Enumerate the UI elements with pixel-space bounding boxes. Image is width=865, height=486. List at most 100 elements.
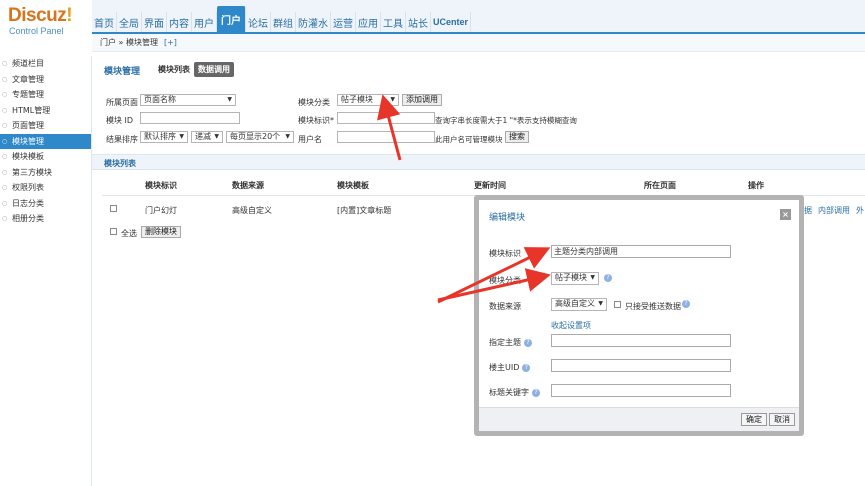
- col-page: 所在页面: [644, 181, 676, 190]
- dialog-title: 编辑模块: [489, 213, 526, 223]
- sidebar-item[interactable]: 日志分类: [0, 196, 91, 212]
- topnav-item[interactable]: 运营: [331, 12, 356, 32]
- list-header: 模块列表: [92, 154, 865, 170]
- uid-field-label-wrap: 楼主UID?: [489, 362, 531, 373]
- logo-text: Discuz: [8, 5, 67, 26]
- sidebar-item[interactable]: 专题管理: [0, 87, 91, 103]
- page-title: 模块管理: [104, 67, 141, 77]
- dialog-footer: 确定 取消: [479, 407, 799, 431]
- close-icon[interactable]: ×: [780, 209, 791, 220]
- category-filter-label: 模块分类: [298, 98, 330, 107]
- category-field-label-wrap: 模块分类: [489, 275, 521, 286]
- keyword-field-label-wrap: 标题关键字?: [489, 387, 540, 398]
- module-id-label: 模块 ID: [106, 116, 134, 125]
- topnav-item[interactable]: UCenter: [431, 12, 472, 32]
- logo-exclamation: !: [66, 5, 73, 26]
- row-source: 高级自定义: [232, 206, 272, 215]
- col-source: 数据来源: [232, 181, 264, 190]
- help-icon[interactable]: ?: [524, 338, 532, 347]
- tab-data-call[interactable]: 数据调用: [194, 62, 234, 77]
- topnav-item[interactable]: 首页: [92, 12, 117, 32]
- row-checkbox[interactable]: [110, 205, 117, 212]
- category-select[interactable]: 帖子模块: [337, 94, 399, 106]
- sidebar-item[interactable]: 页面管理: [0, 118, 91, 134]
- module-id-input[interactable]: [140, 112, 240, 124]
- keyword-field[interactable]: [551, 384, 731, 397]
- sort-label: 结果排序: [106, 135, 138, 144]
- module-mark-input[interactable]: [337, 112, 435, 124]
- logo: Discuz! Control Panel: [0, 0, 92, 38]
- sidebar: 频道栏目文章管理专题管理HTML管理页面管理模块管理模块模板第三方模块权限列表日…: [0, 56, 92, 486]
- collapse-settings-link[interactable]: 收起设置项: [551, 320, 591, 331]
- topnav-item[interactable]: 全局: [117, 12, 142, 32]
- breadcrumb: 门户 » 模块管理 [+]: [92, 34, 865, 52]
- sidebar-item[interactable]: 文章管理: [0, 72, 91, 88]
- row-template: [内置]文章标题: [337, 206, 392, 215]
- page-filter-label: 所属页面: [106, 98, 138, 107]
- row-action-internal-call[interactable]: 内部调用: [818, 205, 850, 216]
- sidebar-item[interactable]: HTML管理: [0, 103, 91, 119]
- add-call-button[interactable]: 添加调用: [402, 94, 442, 106]
- search-button[interactable]: 搜索: [505, 131, 529, 143]
- col-template: 模块模板: [337, 181, 369, 190]
- push-only-checkbox[interactable]: [614, 301, 621, 308]
- source-field-label: 数据来源: [489, 302, 521, 311]
- sidebar-item[interactable]: 相册分类: [0, 211, 91, 227]
- push-only-label: 只接受推送数据: [625, 302, 681, 311]
- edit-module-dialog: 编辑模块 × 模块标识 主题分类内部调用 模块分类 帖子模块 ? 数据来源 高级…: [474, 195, 804, 436]
- col-mark: 模块标识: [145, 181, 177, 190]
- row-mark: 门户幻灯: [145, 206, 177, 215]
- row-action-external[interactable]: 外: [856, 205, 864, 216]
- help-icon[interactable]: ?: [682, 300, 690, 308]
- sidebar-item[interactable]: 模块管理: [0, 133, 91, 149]
- category-field-select[interactable]: 帖子模块: [551, 272, 599, 285]
- help-icon[interactable]: ?: [604, 274, 612, 282]
- sidebar-item[interactable]: 频道栏目: [0, 56, 91, 72]
- col-updated: 更新时间: [474, 181, 506, 190]
- sidebar-item[interactable]: 第三方模块: [0, 165, 91, 181]
- mark-field-label: 模块标识: [489, 249, 521, 258]
- username-hint: 此用户名可管理模块: [435, 135, 503, 144]
- topnav-item[interactable]: 内容: [167, 12, 192, 32]
- add-shortcut-link[interactable]: [+]: [164, 38, 177, 47]
- help-icon[interactable]: ?: [522, 363, 531, 372]
- sidebar-item[interactable]: 权限列表: [0, 180, 91, 196]
- mark-field[interactable]: 主题分类内部调用: [551, 245, 731, 258]
- topnav-item[interactable]: 论坛: [246, 12, 271, 32]
- top-nav: 首页 全局 界面 内容 用户 门户 论坛 群组 防灌水 运营 应用 工具 站长 UCenter: [92, 6, 472, 32]
- tab-module-list[interactable]: 模块列表: [158, 64, 190, 75]
- topnav-item[interactable]: 防灌水: [296, 12, 331, 32]
- topic-field[interactable]: [551, 334, 731, 347]
- help-icon[interactable]: ?: [532, 388, 540, 397]
- breadcrumb-path: 门户 » 模块管理: [100, 38, 158, 47]
- select-all-label: 全选: [121, 229, 137, 238]
- topic-field-label: 指定主题: [489, 338, 521, 347]
- uid-field-label: 楼主UID: [489, 363, 520, 372]
- source-field-select[interactable]: 高级自定义: [551, 298, 607, 311]
- topnav-item[interactable]: 工具: [381, 12, 406, 32]
- confirm-button[interactable]: 确定: [741, 413, 767, 426]
- sidebar-item[interactable]: 模块模板: [0, 149, 91, 165]
- cancel-button[interactable]: 取消: [769, 413, 795, 426]
- col-actions: 操作: [748, 181, 764, 190]
- topnav-item[interactable]: 群组: [271, 12, 296, 32]
- order-select[interactable]: 递减: [191, 131, 223, 143]
- topnav-item[interactable]: 站长: [406, 12, 431, 32]
- username-input[interactable]: [337, 131, 435, 143]
- row-action-data[interactable]: 据: [804, 205, 812, 216]
- keyword-field-label: 标题关键字: [489, 388, 529, 397]
- logo-subtitle: Control Panel: [9, 26, 64, 36]
- category-field-label: 模块分类: [489, 276, 521, 285]
- uid-field[interactable]: [551, 359, 731, 372]
- select-all-checkbox[interactable]: [110, 228, 117, 235]
- topnav-item[interactable]: 用户: [192, 12, 217, 32]
- topic-field-label-wrap: 指定主题?: [489, 337, 532, 348]
- topnav-item[interactable]: 门户: [217, 6, 246, 32]
- delete-module-button[interactable]: 删除模块: [141, 226, 181, 238]
- perpage-select[interactable]: 每页显示20个: [226, 131, 294, 143]
- module-mark-label: 模块标识*: [298, 116, 334, 125]
- sort-select[interactable]: 默认排序: [140, 131, 188, 143]
- topnav-item[interactable]: 应用: [356, 12, 381, 32]
- page-select[interactable]: 页面名称: [140, 94, 236, 106]
- topnav-item[interactable]: 界面: [142, 12, 167, 32]
